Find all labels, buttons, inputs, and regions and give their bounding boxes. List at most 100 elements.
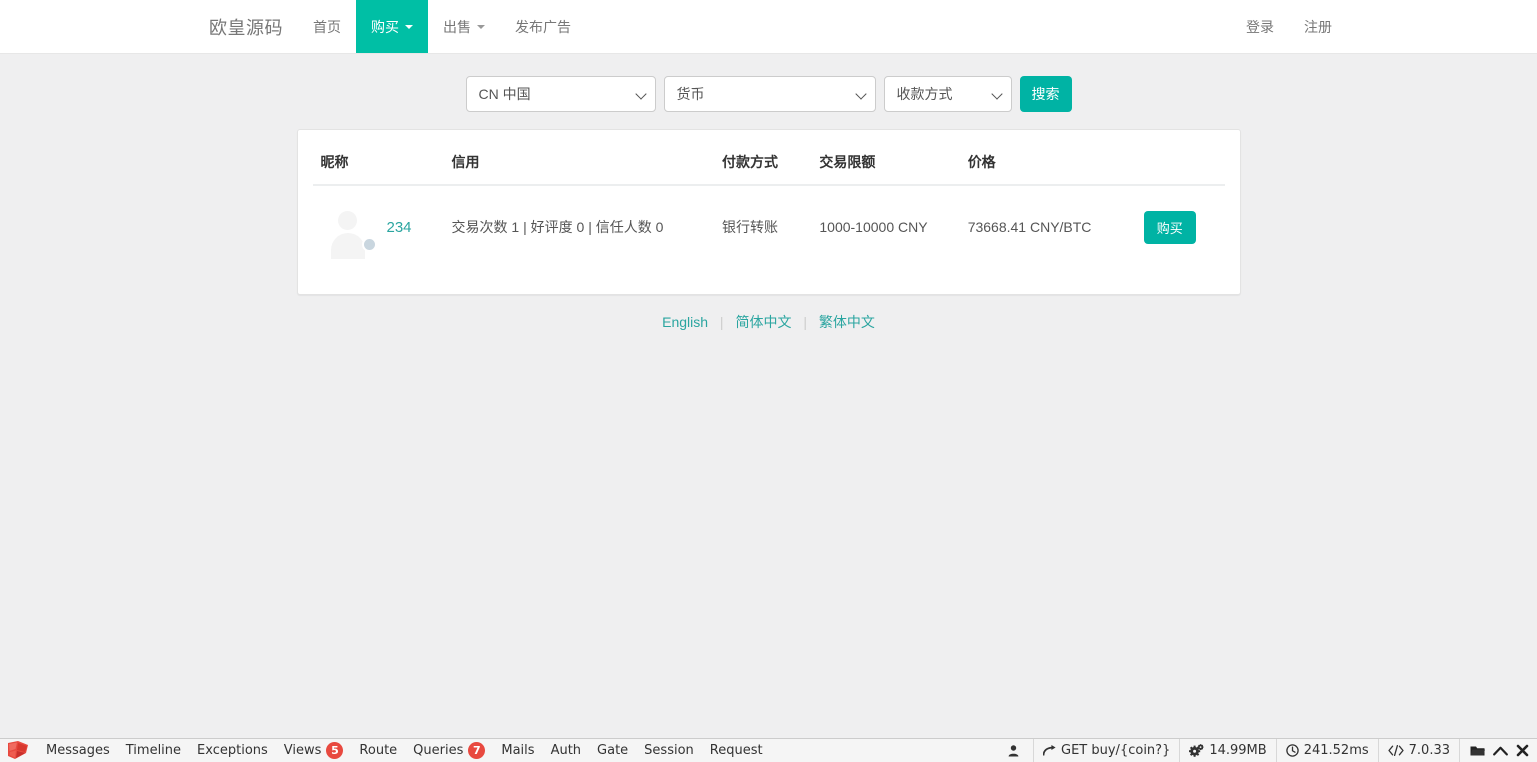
debugbar-stat-memory[interactable]: 14.99MB [1179,739,1275,762]
debugbar-tab-timeline[interactable]: Timeline [118,739,189,762]
cell-action: 购买 [1136,185,1225,268]
nav-item-buy[interactable]: 购买 [356,0,428,53]
close-icon[interactable] [1516,744,1529,757]
debugbar-tab-messages[interactable]: Messages [38,739,118,762]
nav-item-buy-label: 购买 [371,17,399,37]
debugbar-stat-php-version[interactable]: 7.0.33 [1378,739,1459,762]
header-action [1136,130,1225,185]
language-link-traditional-chinese[interactable]: 繁体中文 [819,314,875,330]
cell-payment: 银行转账 [714,185,811,268]
language-separator: | [795,314,815,330]
payment-method-select-wrapper: 收款方式 [884,76,1012,112]
offers-table-head: 昵称 信用 付款方式 交易限额 价格 [313,130,1225,185]
clock-icon [1286,744,1299,757]
nickname-link[interactable]: 234 [387,219,412,236]
nav-item-sell[interactable]: 出售 [428,0,500,53]
table-row: 234 交易次数 1 | 好评度 0 | 信任人数 0 银行转账 1000-10… [313,185,1225,268]
gears-icon [1189,744,1204,757]
nav-item-post-ad[interactable]: 发布广告 [500,0,586,53]
table-header-row: 昵称 信用 付款方式 交易限额 价格 [313,130,1225,185]
debugbar-tab-views[interactable]: Views 5 [276,739,352,762]
listings-section: 昵称 信用 付款方式 交易限额 价格 [0,129,1537,295]
debugbar-tab-label: Mails [501,739,534,762]
nav-item-register-label: 注册 [1304,17,1332,37]
nav-item-register[interactable]: 注册 [1289,0,1347,53]
debugbar-tab-label: Views [284,739,322,762]
nav-item-post-ad-label: 发布广告 [515,17,571,37]
debugbar-tab-gate[interactable]: Gate [589,739,636,762]
debugbar-tab-auth[interactable]: Auth [543,739,589,762]
language-link-english[interactable]: English [662,314,708,330]
debugbar-tab-badge: 5 [326,742,343,759]
language-link-simplified-chinese[interactable]: 简体中文 [735,314,791,330]
nav-item-login-label: 登录 [1246,17,1274,37]
route-icon [1043,745,1056,757]
cell-nickname: 234 [313,185,444,268]
code-icon [1388,745,1404,756]
user-avatar-placeholder-icon [321,200,375,254]
debugbar-tab-badge: 7 [468,742,485,759]
header-limit: 交易限额 [811,130,959,185]
language-switcher: English | 简体中文 | 繁体中文 [0,312,1537,332]
buy-button[interactable]: 购买 [1144,211,1196,244]
debugbar-stat-label: 14.99MB [1209,743,1266,758]
language-separator: | [712,314,732,330]
debugbar-controls [1459,739,1537,762]
debugbar-tab-label: Session [644,739,694,762]
debugbar-tab-route[interactable]: Route [351,739,405,762]
cell-price: 73668.41 CNY/BTC [960,185,1136,268]
navbar-right-group: 登录 注册 [1231,0,1347,53]
debugbar-tab-request[interactable]: Request [702,739,771,762]
offers-table: 昵称 信用 付款方式 交易限额 价格 [313,130,1225,268]
debugbar-tab-label: Timeline [126,739,181,762]
user-icon [1008,745,1019,757]
country-select-wrapper: CN 中国 [466,76,656,112]
debugbar-stat-route[interactable]: GET buy/{coin?} [1033,739,1179,762]
debugbar-tabs: Messages Timeline Exceptions Views 5 Rou… [38,739,999,762]
debugbar-tab-mails[interactable]: Mails [493,739,542,762]
debugbar-tab-label: Route [359,739,397,762]
cell-limit: 1000-10000 CNY [811,185,959,268]
search-button[interactable]: 搜索 [1020,76,1072,112]
nav-item-login[interactable]: 登录 [1231,0,1289,53]
debugbar-stat-time[interactable]: 241.52ms [1276,739,1378,762]
debugbar-tab-label: Exceptions [197,739,268,762]
cell-credit: 交易次数 1 | 好评度 0 | 信任人数 0 [444,185,715,268]
offers-table-body: 234 交易次数 1 | 好评度 0 | 信任人数 0 银行转账 1000-10… [313,185,1225,268]
debugbar-stat-auth-user[interactable] [999,739,1033,762]
search-form: CN 中国 货币 收款方式 搜索 [466,76,1072,112]
debugbar-tab-label: Request [710,739,763,762]
currency-select-wrapper: 货币 [664,76,876,112]
chevron-up-icon[interactable] [1493,746,1508,756]
country-select[interactable]: CN 中国 [466,76,656,112]
debugbar-tab-exceptions[interactable]: Exceptions [189,739,276,762]
header-payment: 付款方式 [714,130,811,185]
debugbar-stat-label: GET buy/{coin?} [1061,743,1170,758]
top-navbar: 欧皇源码 首页 购买 出售 发布广告 登录 注册 [0,0,1537,54]
debugbar-tab-label: Auth [551,739,581,762]
header-nickname: 昵称 [313,130,444,185]
laravel-debugbar: Messages Timeline Exceptions Views 5 Rou… [0,738,1537,762]
debugbar-tab-session[interactable]: Session [636,739,702,762]
debugbar-stat-label: 7.0.33 [1409,743,1450,758]
debugbar-tab-queries[interactable]: Queries 7 [405,739,493,762]
folder-icon[interactable] [1470,745,1485,757]
header-price: 价格 [960,130,1136,185]
nav-item-home-label: 首页 [313,17,341,37]
nickname-group: 234 [321,200,436,254]
avatar-status-badge [362,237,377,252]
currency-select[interactable]: 货币 [664,76,876,112]
chevron-down-icon [405,25,413,29]
brand-logo[interactable]: 欧皇源码 [194,0,298,53]
laravel-logo-icon [6,740,32,762]
chevron-down-icon [477,25,485,29]
debugbar-tab-label: Gate [597,739,628,762]
payment-method-select[interactable]: 收款方式 [884,76,1012,112]
debugbar-tab-label: Messages [46,739,110,762]
debugbar-stats: GET buy/{coin?} [999,739,1537,762]
nav-item-sell-label: 出售 [443,17,471,37]
header-credit: 信用 [444,130,715,185]
navbar-left-group: 欧皇源码 首页 购买 出售 发布广告 [194,0,586,53]
nav-item-home[interactable]: 首页 [298,0,356,53]
debugbar-tab-label: Queries [413,739,463,762]
